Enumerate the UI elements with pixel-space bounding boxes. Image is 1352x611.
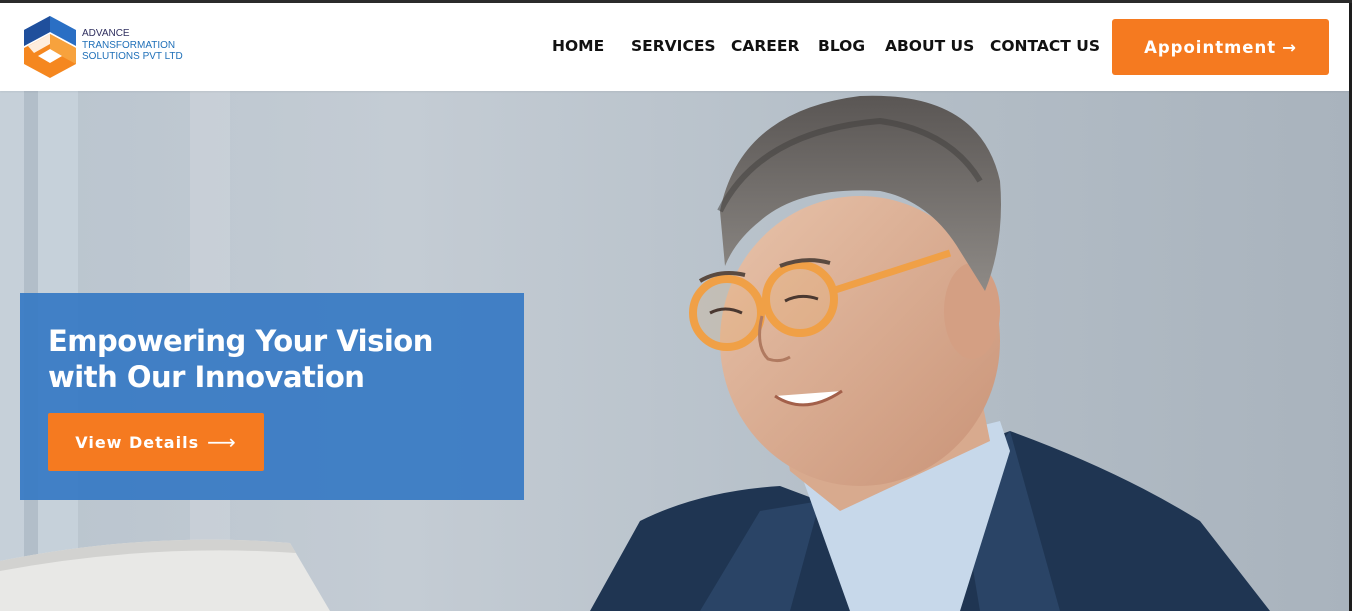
company-logo[interactable]: ADVANCE TRANSFORMATION SOLUTIONS PVT LTD: [22, 16, 202, 78]
arrow-right-icon: →: [1282, 37, 1297, 57]
nav-about-us[interactable]: ABOUT US: [885, 37, 974, 55]
logo-text: ADVANCE TRANSFORMATION SOLUTIONS PVT LTD: [82, 28, 183, 63]
nav-contact-us[interactable]: CONTACT US: [990, 37, 1100, 55]
appointment-button-label: Appointment: [1144, 37, 1277, 57]
logo-line-3: SOLUTIONS PVT LTD: [82, 51, 183, 62]
hero-title: Empowering Your Vision with Our Innovati…: [48, 324, 433, 394]
site-header: ADVANCE TRANSFORMATION SOLUTIONS PVT LTD…: [0, 3, 1352, 91]
view-details-label: View Details: [75, 432, 200, 452]
logo-mark-icon: [24, 16, 76, 78]
nav-home[interactable]: HOME: [552, 37, 604, 55]
logo-line-1: ADVANCE: [82, 28, 130, 39]
view-details-button[interactable]: View Details ⟶: [48, 413, 264, 471]
nav-services[interactable]: SERVICES: [631, 37, 716, 55]
logo-line-2: TRANSFORMATION: [82, 39, 176, 51]
appointment-button[interactable]: Appointment →: [1112, 19, 1329, 75]
nav-blog[interactable]: BLOG: [818, 37, 865, 55]
hero-card: Empowering Your Vision with Our Innovati…: [20, 293, 524, 500]
long-arrow-right-icon: ⟶: [207, 430, 237, 454]
hero-banner: Empowering Your Vision with Our Innovati…: [0, 91, 1349, 611]
nav-career[interactable]: CAREER: [731, 37, 799, 55]
